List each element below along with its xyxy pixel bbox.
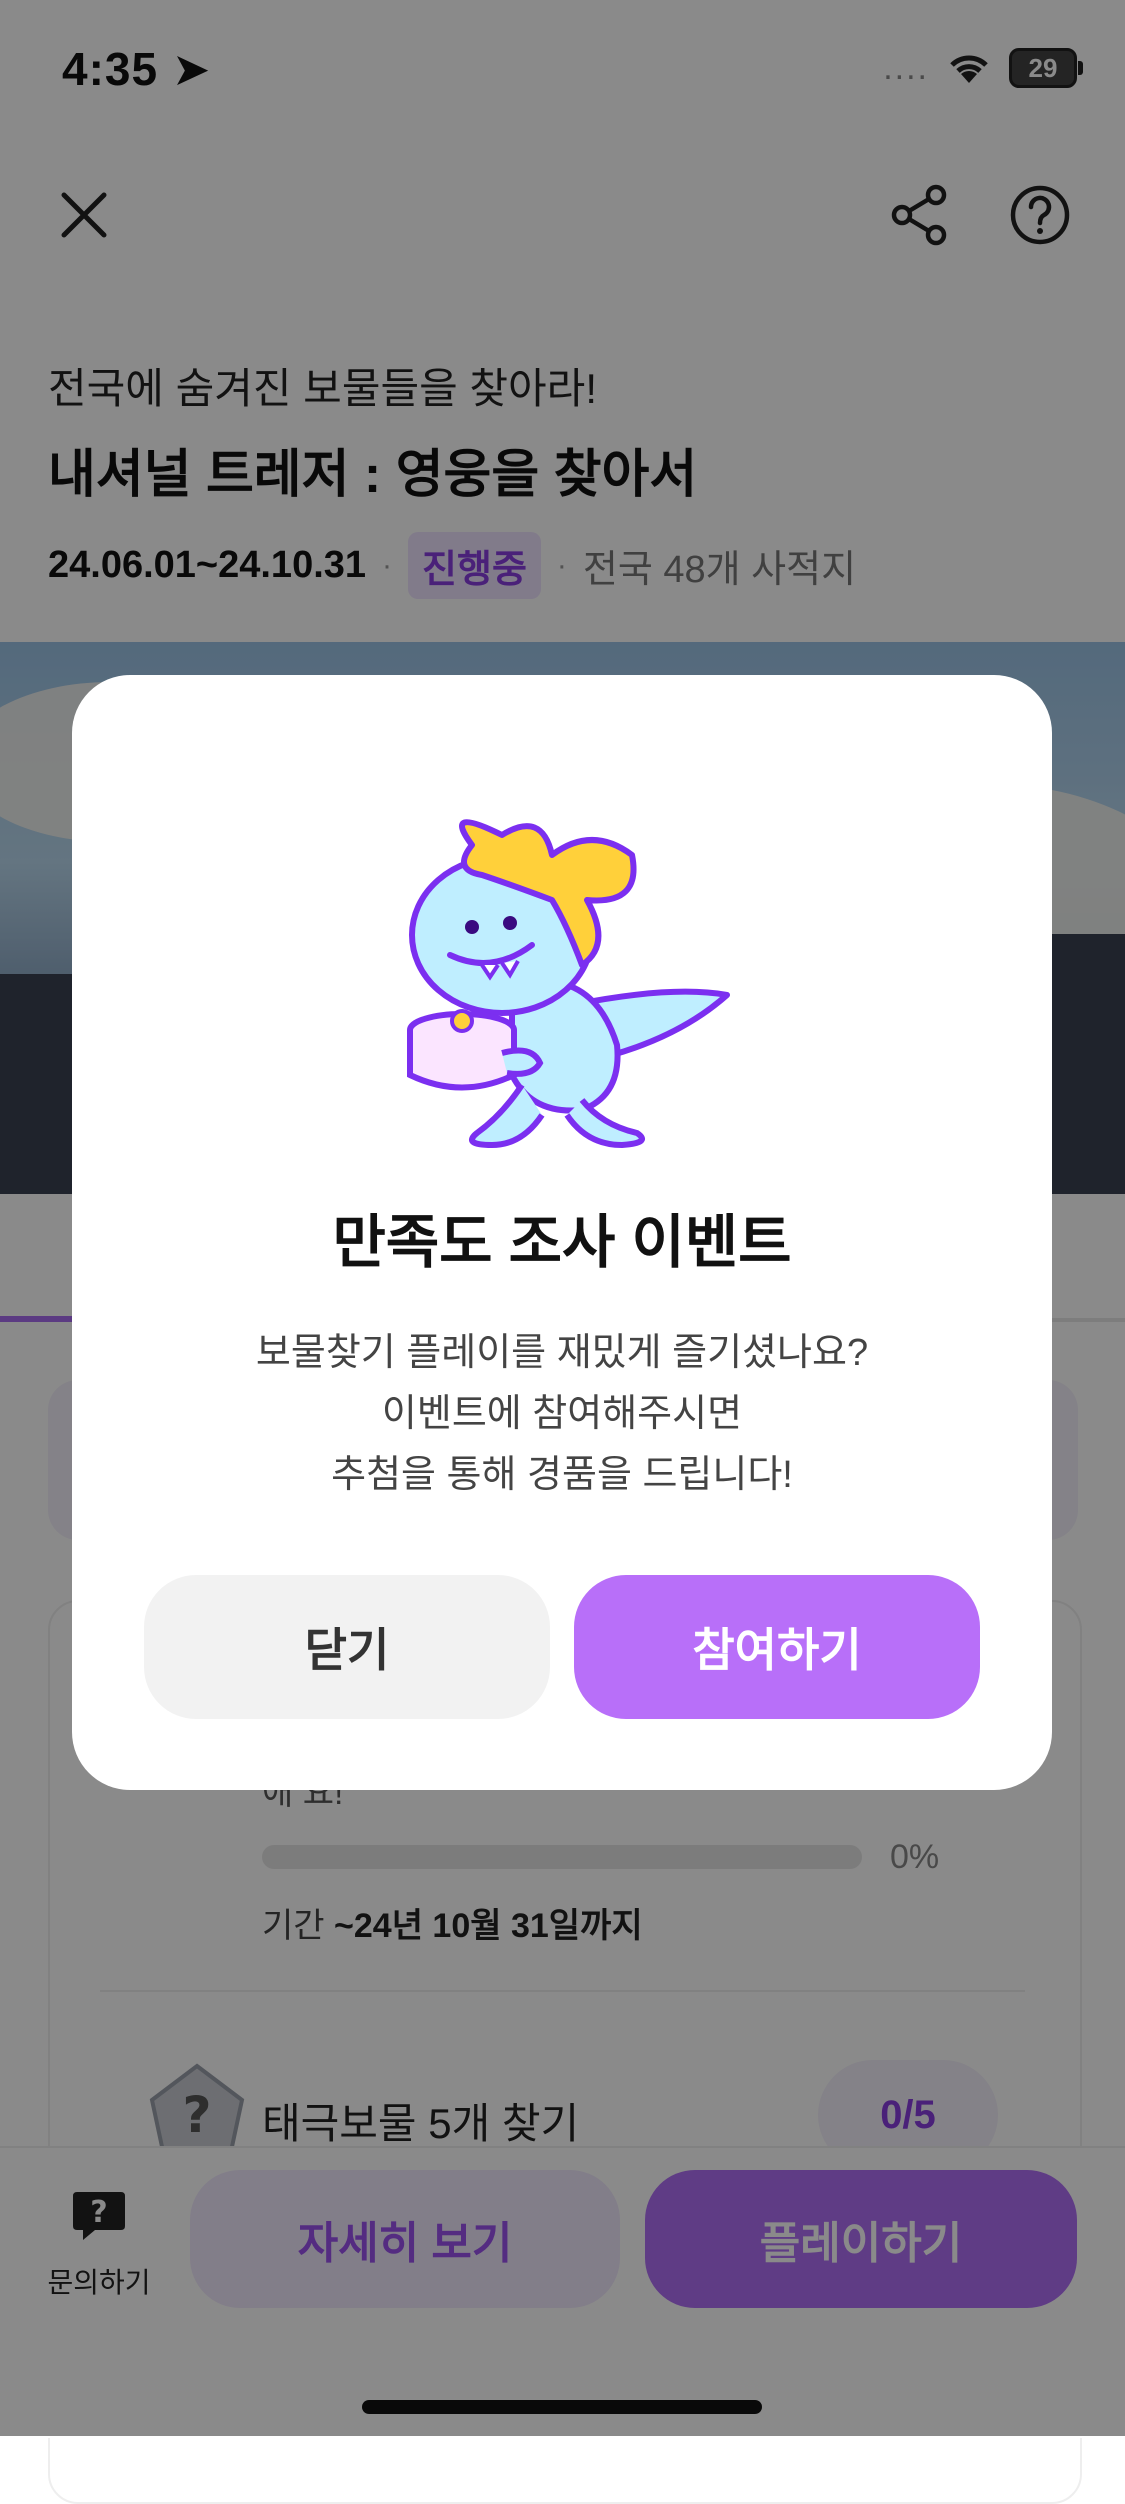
modal-join-button[interactable]: 참여하기: [574, 1575, 980, 1719]
mascot-illustration: [72, 815, 1052, 1155]
dinosaur-mascot-icon: [407, 819, 730, 1148]
modal-close-button[interactable]: 닫기: [144, 1575, 550, 1719]
modal-title: 만족도 조사 이벤트: [332, 1210, 792, 1275]
modal-body-line: 보물찾기 플레이를 재밌게 즐기셨나요?: [255, 1332, 869, 1374]
modal-body-line: 추첨을 통해 경품을 드립니다!: [331, 1454, 793, 1496]
modal-body-line: 이벤트에 참여해주시면: [381, 1393, 743, 1435]
survey-event-modal: 만족도 조사 이벤트 보물찾기 플레이를 재밌게 즐기셨나요? 이벤트에 참여해…: [72, 675, 1052, 1790]
modal-body: 보물찾기 플레이를 재밌게 즐기셨나요? 이벤트에 참여해주시면 추첨을 통해 …: [72, 1323, 1052, 1506]
